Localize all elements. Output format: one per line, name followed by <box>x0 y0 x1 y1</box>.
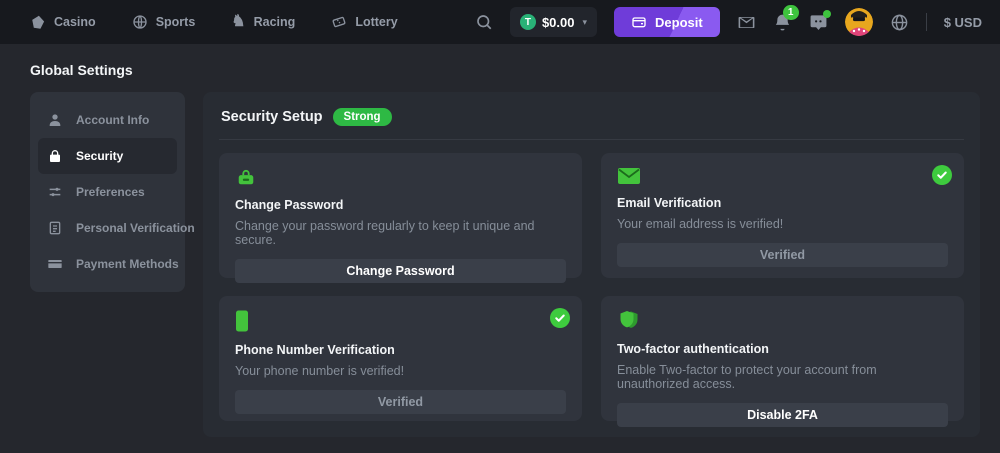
phone-icon <box>235 310 566 332</box>
sports-icon <box>132 14 148 30</box>
nav-item-casino[interactable]: Casino <box>30 14 96 30</box>
credit-card-icon <box>47 256 63 272</box>
globe-icon <box>890 13 909 32</box>
tether-coin-icon: T <box>520 14 536 30</box>
sidebar-item-label: Account Info <box>76 113 149 127</box>
verified-check-icon <box>550 308 570 328</box>
wallet-icon <box>631 14 647 30</box>
chat-online-dot <box>823 10 831 18</box>
card-description: Your email address is verified! <box>617 217 948 231</box>
change-password-card: Change Password Change your password reg… <box>219 153 582 278</box>
main-nav: Casino Sports ♞ Racing Lottery <box>30 14 398 30</box>
deposit-button[interactable]: Deposit <box>614 7 720 37</box>
sidebar-item-payment-methods[interactable]: Payment Methods <box>38 246 177 282</box>
sidebar-item-label: Preferences <box>76 185 145 199</box>
sidebar-item-preferences[interactable]: Preferences <box>38 174 177 210</box>
sliders-icon <box>47 184 63 200</box>
top-navigation-bar: Casino Sports ♞ Racing Lottery T $0.0 <box>0 0 1000 44</box>
sidebar-item-label: Security <box>76 149 123 163</box>
nav-item-sports[interactable]: Sports <box>132 14 196 30</box>
page-title: Global Settings <box>30 62 980 78</box>
document-icon <box>47 220 63 236</box>
search-icon <box>475 13 493 31</box>
shield-icon <box>617 310 948 331</box>
phone-verification-card: Phone Number Verification Your phone num… <box>219 296 582 421</box>
chevron-down-icon: ▾ <box>583 17 588 28</box>
two-factor-card: Two-factor authentication Enable Two-fac… <box>601 296 964 421</box>
email-verification-card: Email Verification Your email address is… <box>601 153 964 278</box>
language-button[interactable] <box>890 13 909 32</box>
verified-check-icon <box>932 165 952 185</box>
email-verified-button[interactable]: Verified <box>617 243 948 267</box>
vertical-divider <box>926 13 927 31</box>
envelope-icon <box>617 167 948 185</box>
notification-count-badge: 1 <box>783 5 799 20</box>
lottery-icon <box>331 14 347 30</box>
lock-icon <box>47 148 63 164</box>
casino-icon <box>30 14 46 30</box>
card-description: Your phone number is verified! <box>235 364 566 378</box>
security-strength-badge: Strong <box>333 108 392 126</box>
card-title: Phone Number Verification <box>235 343 566 357</box>
sidebar-item-personal-verification[interactable]: Personal Verification <box>38 210 177 246</box>
card-description: Change your password regularly to keep i… <box>235 219 566 247</box>
user-icon <box>47 112 63 128</box>
sidebar-item-label: Personal Verification <box>76 221 195 235</box>
nav-item-racing[interactable]: ♞ Racing <box>231 14 295 30</box>
deposit-label: Deposit <box>655 15 703 30</box>
inbox-button[interactable] <box>737 13 756 32</box>
security-setup-panel: Security Setup Strong Change Password Ch… <box>203 92 980 437</box>
racing-icon: ♞ <box>231 14 245 30</box>
disable-2fa-button[interactable]: Disable 2FA <box>617 403 948 427</box>
currency-label: $ USD <box>944 15 982 30</box>
search-button[interactable] <box>475 13 493 31</box>
top-actions: T $0.00 ▾ Deposit 1 <box>475 7 982 37</box>
settings-sidebar: Account Info Security Preferences Person… <box>30 92 185 292</box>
settings-page: Global Settings Account Info Security Pr <box>0 44 1000 453</box>
currency-selector[interactable]: $ USD <box>944 15 982 30</box>
wallet-balance-dropdown[interactable]: T $0.00 ▾ <box>510 7 597 37</box>
notifications-button[interactable]: 1 <box>773 13 792 32</box>
nav-item-label: Lottery <box>355 15 397 29</box>
mail-icon <box>737 13 756 32</box>
user-avatar[interactable] <box>845 8 873 36</box>
card-description: Enable Two-factor to protect your accoun… <box>617 363 948 391</box>
balance-amount: $0.00 <box>542 15 575 30</box>
card-title: Email Verification <box>617 196 948 210</box>
nav-item-label: Sports <box>156 15 196 29</box>
nav-item-lottery[interactable]: Lottery <box>331 14 397 30</box>
chat-button[interactable] <box>809 13 828 32</box>
sidebar-item-security[interactable]: Security <box>38 138 177 174</box>
sidebar-item-label: Payment Methods <box>76 257 179 271</box>
card-title: Two-factor authentication <box>617 342 948 356</box>
sidebar-item-account-info[interactable]: Account Info <box>38 102 177 138</box>
lock-icon <box>235 167 566 187</box>
nav-item-label: Racing <box>254 15 296 29</box>
change-password-button[interactable]: Change Password <box>235 259 566 283</box>
phone-verified-button[interactable]: Verified <box>235 390 566 414</box>
card-title: Change Password <box>235 198 566 212</box>
divider <box>219 139 964 140</box>
nav-item-label: Casino <box>54 15 96 29</box>
panel-title: Security Setup <box>221 109 323 125</box>
